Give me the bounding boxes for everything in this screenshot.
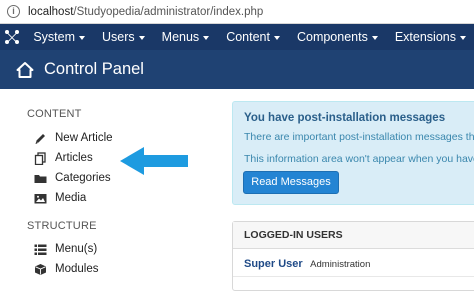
sidebar-item-label: Modules	[55, 263, 99, 275]
sidebar-item-label: Media	[55, 192, 87, 204]
page-header: Control Panel	[0, 50, 474, 89]
sidebar-item-label: Articles	[55, 152, 93, 164]
caret-down-icon	[371, 35, 378, 40]
home-icon	[16, 61, 34, 78]
sidebar-item-label: Menu(s)	[55, 243, 98, 255]
sidebar-item-menus[interactable]: Menu(s)	[34, 241, 97, 257]
sidebar-item-categories[interactable]: Categories	[34, 170, 111, 186]
read-messages-button[interactable]: Read Messages	[243, 171, 339, 194]
caret-down-icon	[79, 35, 85, 40]
caret-down-icon	[273, 35, 280, 40]
alert-text-line: This information area won't appear when …	[244, 153, 474, 165]
menu-content[interactable]: Content	[217, 24, 288, 50]
image-icon	[34, 192, 47, 205]
logged-in-users-panel: LOGGED-IN USERS Super User Administratio…	[232, 221, 474, 291]
info-icon[interactable]: i	[7, 5, 20, 18]
sidebar-item-articles[interactable]: Articles	[34, 150, 93, 166]
copy-icon	[34, 151, 47, 165]
table-row: Super User Administration	[233, 249, 474, 277]
top-navbar: System Users Menus Content Components Ex…	[0, 24, 474, 50]
list-icon	[34, 243, 47, 256]
url-text[interactable]: localhost/Studyopedia/administrator/inde…	[28, 6, 263, 18]
user-name-link[interactable]: Super User	[244, 258, 303, 270]
browser-address-bar[interactable]: i localhost/Studyopedia/administrator/in…	[0, 0, 474, 24]
folder-icon	[34, 172, 47, 185]
sidebar-item-label: New Article	[55, 132, 113, 144]
post-install-messages-alert: You have post-installation messages Ther…	[232, 101, 474, 205]
panel-heading: LOGGED-IN USERS	[233, 222, 474, 249]
menu-system[interactable]: System	[24, 24, 93, 50]
sidebar-item-media[interactable]: Media	[34, 190, 86, 206]
caret-down-icon	[460, 35, 466, 40]
caret-down-icon	[203, 35, 210, 40]
page-title: Control Panel	[44, 60, 144, 78]
menu-extensions[interactable]: Extensions	[386, 24, 474, 50]
sidebar: CONTENT New Article Articles Categories …	[0, 89, 220, 283]
alert-title: You have post-installation messages	[244, 112, 446, 124]
pointer-arrow-icon	[120, 147, 188, 175]
menu-components[interactable]: Components	[288, 24, 386, 50]
pencil-icon	[34, 132, 47, 145]
sidebar-item-modules[interactable]: Modules	[34, 261, 98, 277]
menu-users[interactable]: Users	[93, 24, 153, 50]
alert-text-line: There are important post-installation me…	[244, 131, 474, 143]
sidebar-item-label: Categories	[55, 172, 111, 184]
sidebar-section-structure: STRUCTURE	[27, 220, 97, 232]
user-role: Administration	[310, 259, 371, 270]
caret-down-icon	[138, 35, 145, 40]
joomla-logo-icon[interactable]	[0, 24, 24, 50]
sidebar-item-new-article[interactable]: New Article	[34, 130, 113, 146]
menu-menus[interactable]: Menus	[153, 24, 218, 50]
cube-icon	[34, 263, 47, 276]
sidebar-section-content: CONTENT	[27, 108, 82, 120]
